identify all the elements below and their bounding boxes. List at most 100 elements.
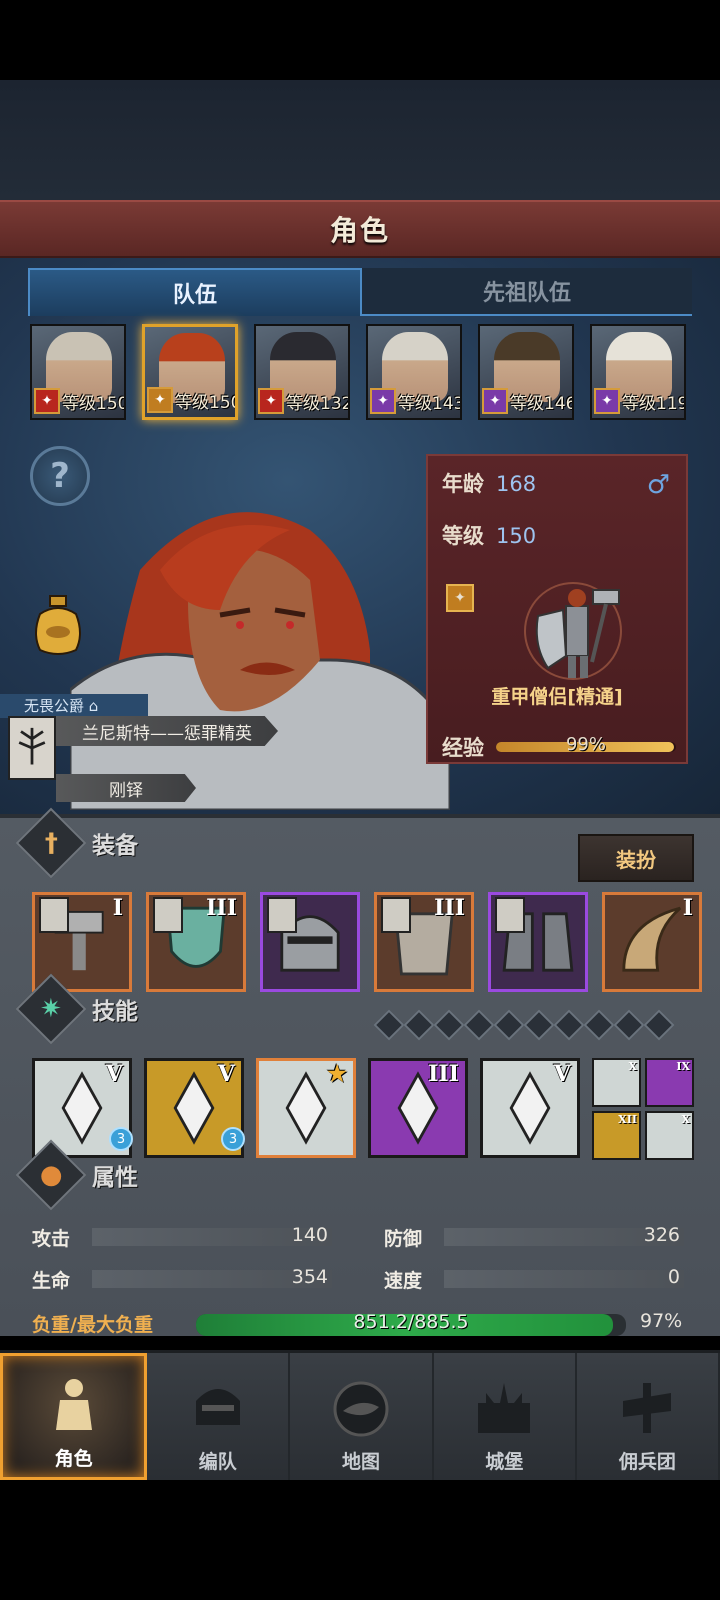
- class-badge-icon: ✦: [258, 388, 284, 414]
- equipment-tier: III: [434, 895, 465, 921]
- skill-point-diamond: [373, 1009, 405, 1041]
- age-row: 年龄 168: [442, 468, 536, 498]
- skill-point-diamond: [583, 1009, 615, 1041]
- nav-label: 佣兵团: [618, 1451, 676, 1473]
- equipment-slot-3[interactable]: [260, 892, 360, 992]
- exp-label: 经验: [442, 736, 484, 760]
- nav-item-5[interactable]: 佣兵团: [576, 1353, 720, 1480]
- hero-info-panel: 年龄 168 ♂ 等级 150 ✦ 重甲僧侣[精通] 经验 99%: [426, 454, 688, 764]
- skill-tier: V: [217, 1061, 235, 1087]
- load-percent: 97%: [640, 1310, 683, 1332]
- class-badge-icon[interactable]: ✦: [446, 584, 474, 612]
- team-member-4[interactable]: ✦ 等级143: [366, 324, 462, 420]
- skill-tier: ★: [327, 1061, 347, 1087]
- passive-skill-2[interactable]: IX: [645, 1058, 694, 1107]
- heavy-priest-figure-icon: [524, 582, 622, 680]
- equipment-tier: III: [206, 895, 237, 921]
- skill-point-diamond: [463, 1009, 495, 1041]
- hero-name-plate: 兰尼斯特——惩罪精英: [56, 716, 278, 746]
- skill-tier: V: [105, 1061, 123, 1087]
- equipment-header: † 装备: [15, 807, 138, 879]
- equipment-slot-5[interactable]: [488, 892, 588, 992]
- equipment-slot-4[interactable]: III: [374, 892, 474, 992]
- passive-tier: X: [628, 1060, 637, 1073]
- top-background: [0, 80, 720, 200]
- nav-item-2[interactable]: 编队: [147, 1353, 291, 1480]
- hp-bar: 354: [92, 1266, 332, 1288]
- passive-tier: X: [681, 1113, 690, 1126]
- skill-point-diamond: [613, 1009, 645, 1041]
- class-badge-icon: ✦: [147, 387, 173, 413]
- skill-slot-3[interactable]: ★: [256, 1058, 356, 1158]
- team-member-6[interactable]: ✦ 等级119: [590, 324, 686, 420]
- skill-point-diamond: [553, 1009, 585, 1041]
- skill-tier: III: [428, 1061, 459, 1087]
- speed-value: 0: [667, 1266, 680, 1288]
- class-badge-icon: ✦: [370, 388, 396, 414]
- hp-value: 354: [291, 1266, 328, 1288]
- equipment-slot-2[interactable]: III: [146, 892, 246, 992]
- mercenary-banner-icon: [623, 1383, 672, 1433]
- helmet-icon: [195, 1389, 240, 1425]
- nav-label: 地图: [342, 1451, 381, 1473]
- skills-header: ✷ 技能: [15, 973, 138, 1045]
- tree-banner-icon: [39, 897, 69, 933]
- class-name: 重甲僧侣[精通]: [491, 686, 623, 708]
- tree-banner-icon: [153, 897, 183, 933]
- attack-label: 攻击: [32, 1227, 71, 1250]
- status-bar-area: [0, 0, 720, 80]
- skill-point-diamond: [643, 1009, 675, 1041]
- level-label: 等级: [442, 524, 484, 548]
- nav-item-4[interactable]: 城堡: [433, 1353, 577, 1480]
- bottom-navigation: 角色 编队 地图 城堡 佣兵团: [0, 1350, 720, 1480]
- member-level: 等级146: [510, 394, 574, 414]
- team-member-5[interactable]: ✦ 等级146: [478, 324, 574, 420]
- load-value: 851.2/885.5: [353, 1311, 469, 1333]
- equipment-slot-6[interactable]: I: [602, 892, 702, 992]
- hp-label: 生命: [32, 1269, 71, 1292]
- team-member-1[interactable]: ✦ 等级150: [30, 324, 126, 420]
- skill-slot-4[interactable]: III: [368, 1058, 468, 1158]
- tree-banner-icon: [495, 897, 525, 933]
- class-badge-icon: ✦: [482, 388, 508, 414]
- nav-item-1[interactable]: 角色: [0, 1353, 148, 1480]
- hero-title-badge[interactable]: 无畏公爵 ⌂: [0, 694, 148, 718]
- member-level: 等级150: [175, 393, 238, 413]
- skill-gem-count: 3: [221, 1127, 245, 1151]
- team-member-3[interactable]: ✦ 等级132: [254, 324, 350, 420]
- male-gender-icon: ♂: [646, 470, 670, 500]
- attack-value: 140: [291, 1224, 328, 1246]
- passive-tier: XII: [618, 1113, 637, 1126]
- passive-skill-4[interactable]: X: [645, 1111, 694, 1160]
- page-title: 角色: [329, 214, 390, 247]
- equipment-tier: I: [112, 895, 123, 921]
- team-member-2[interactable]: ✦ 等级150: [142, 324, 238, 420]
- skill-tier: V: [553, 1061, 571, 1087]
- passive-skill-3[interactable]: XII: [592, 1111, 641, 1160]
- passive-skill-grid: X IX XII X: [592, 1058, 694, 1160]
- passive-skill-1[interactable]: X: [592, 1058, 641, 1107]
- compass-map-icon: [333, 1381, 389, 1437]
- age-label: 年龄: [442, 472, 484, 496]
- hp-row: 生命 354: [32, 1264, 332, 1294]
- equipment-tier: I: [682, 895, 693, 921]
- defense-bar: 326: [444, 1224, 684, 1246]
- dress-up-button[interactable]: 装扮: [578, 834, 694, 882]
- nav-label: 角色: [54, 1448, 93, 1470]
- level-value: 150: [496, 524, 537, 548]
- hero-title: 无畏公爵: [24, 697, 85, 715]
- tab-ancestor-team[interactable]: 先祖队伍: [362, 268, 692, 316]
- tab-team-label: 队伍: [172, 283, 217, 308]
- tree-banner-icon: [8, 716, 56, 780]
- nav-item-3[interactable]: 地图: [290, 1353, 434, 1480]
- skill-slot-5[interactable]: V: [480, 1058, 580, 1158]
- equipment-slots: I III III I: [32, 892, 702, 994]
- crown-icon: ⌂: [88, 697, 99, 715]
- skill-slot-2[interactable]: V3: [144, 1058, 245, 1158]
- skill-point-diamond: [493, 1009, 525, 1041]
- speed-label: 速度: [384, 1269, 423, 1292]
- tab-team[interactable]: 队伍: [28, 268, 362, 316]
- member-level: 等级132: [286, 394, 350, 414]
- hero-origin: 刚铎: [109, 780, 143, 801]
- attributes-label: 属性: [92, 1165, 138, 1191]
